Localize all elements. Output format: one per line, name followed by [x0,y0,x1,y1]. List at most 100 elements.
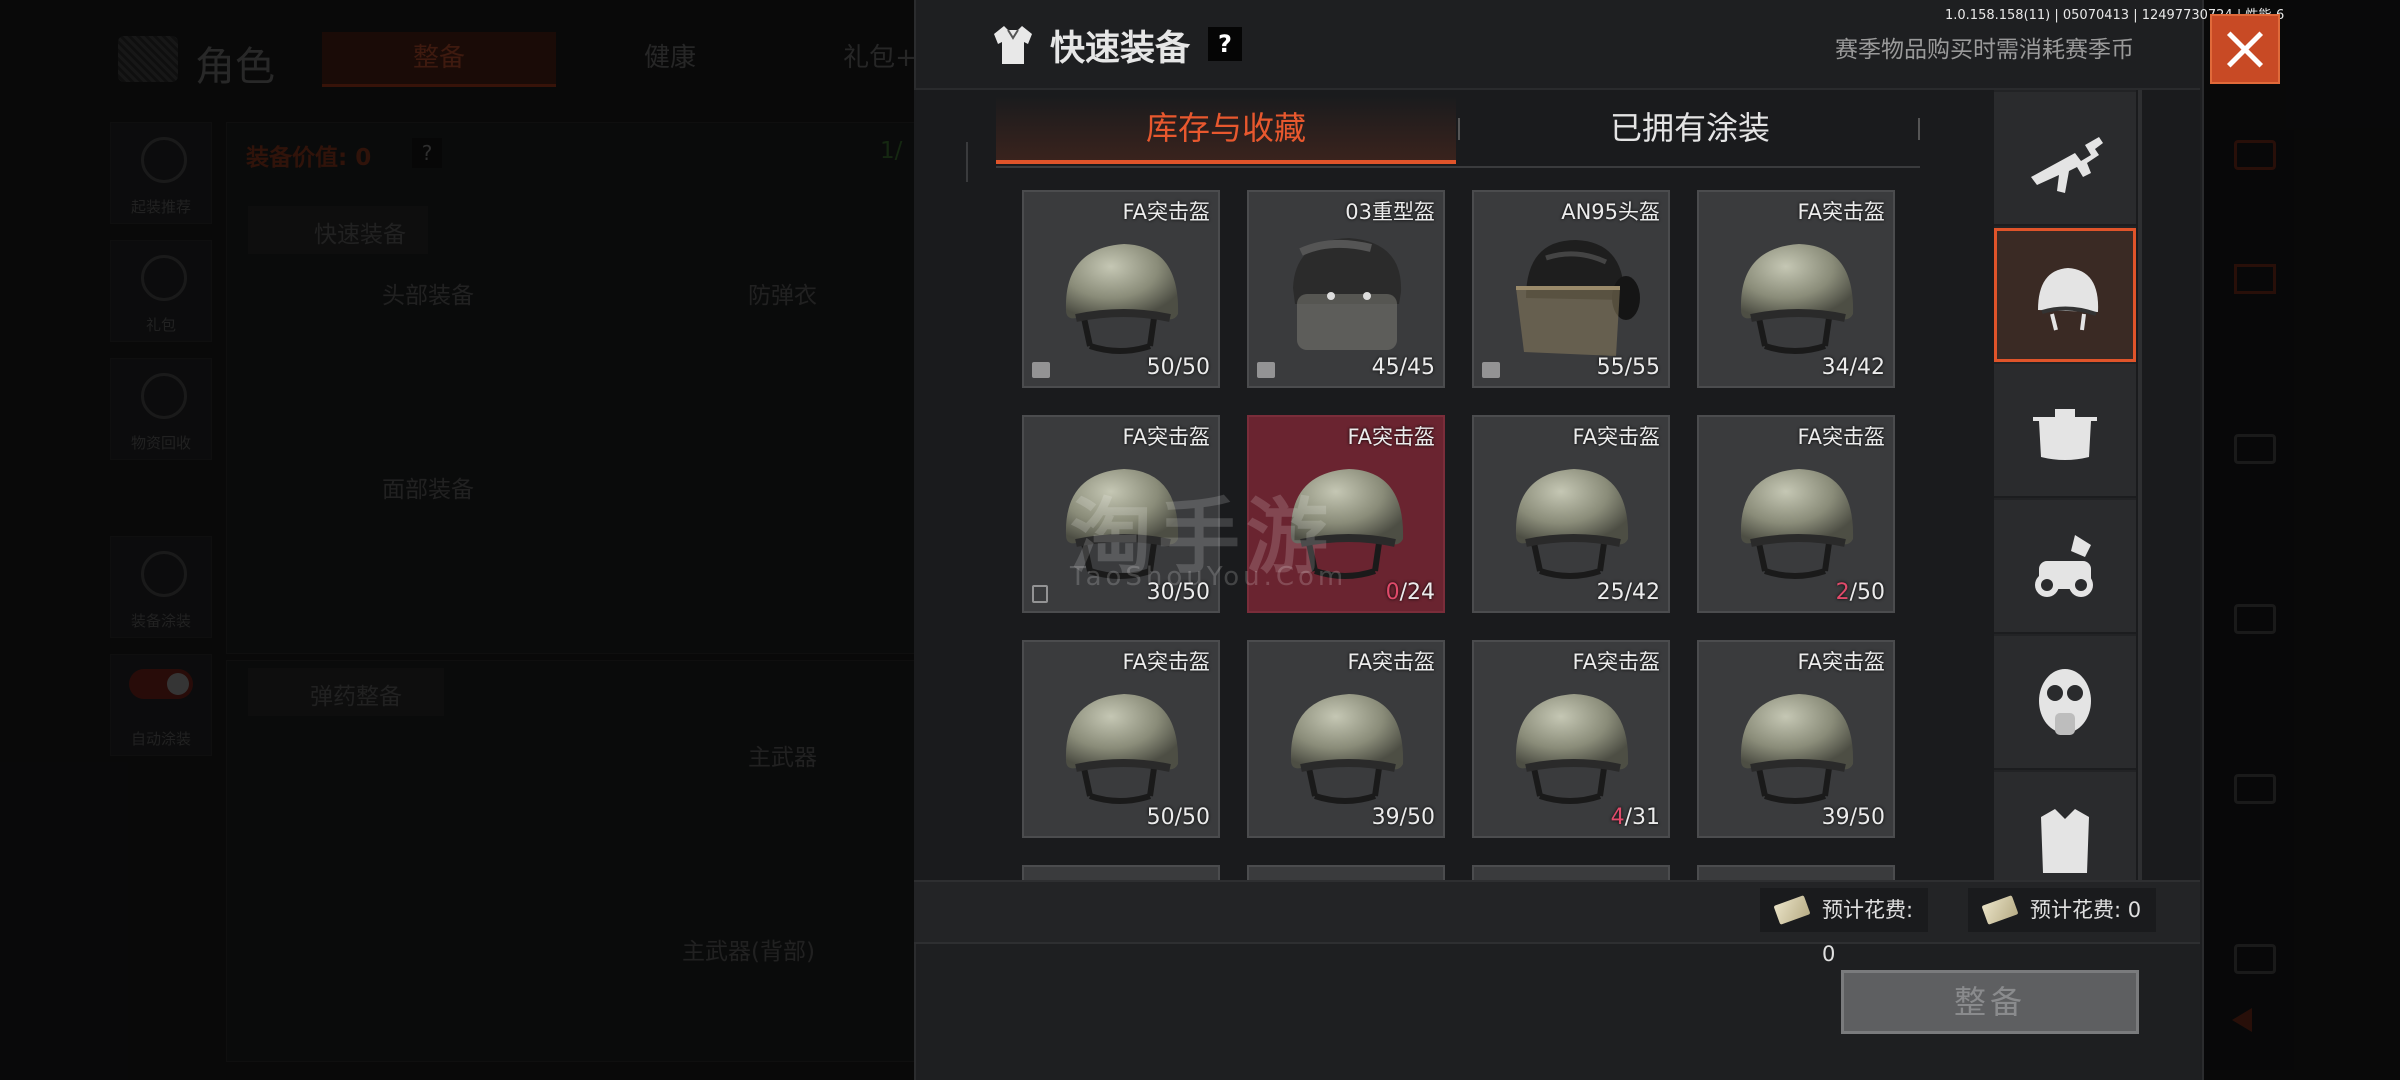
item-name: FA突击盔 [1797,650,1885,674]
item-slot[interactable]: FA突击盔 2/50 [1697,415,1895,613]
exit-icon [1032,585,1048,603]
item-durability-rest: 50/50 [1146,355,1210,380]
bg-rail-slot-4[interactable] [2222,926,2282,986]
ticket-icon [1773,895,1811,925]
bg-side-gift[interactable]: 礼包 [110,240,212,342]
item-durability-rest: 55/55 [1596,355,1660,380]
bg-primary-back-label: 主武器(背部) [682,939,815,965]
item-name: AN95头盔 [1561,200,1660,224]
item-durability: 45/45 [1372,355,1435,380]
item-durability-rest: 25/42 [1596,580,1660,605]
bg-equip-value: 装备价值: 0 [246,145,372,171]
item-durability-rest: /24 [1399,580,1435,605]
category-vest[interactable] [1994,772,2136,890]
category-helmet[interactable] [1994,228,2136,362]
category-rifle[interactable] [1994,92,2136,226]
item-durability-rest: /31 [1624,805,1660,830]
item-durability-rest: /50 [1849,580,1885,605]
item-slot[interactable]: FA突击盔 50/50 [1022,190,1220,388]
bg-body-armor-label: 防弹衣 [748,283,817,309]
item-name: FA突击盔 [1347,650,1435,674]
category-night-vision[interactable] [1994,500,2136,634]
bg-side-auto-skin[interactable]: 自动涂装 [110,654,212,756]
item-slot[interactable]: FA突击盔 34/42 [1697,190,1895,388]
bg-quick-equip-chip[interactable]: 快速装备 [248,206,428,254]
bg-side-skins[interactable]: 装备涂装 [110,536,212,638]
bg-rail-menu-icon[interactable] [2222,122,2282,182]
item-slot-partial[interactable] [1247,865,1445,880]
item-slot[interactable]: FA突击盔 39/50 [1697,640,1895,838]
item-durability: 25/42 [1597,580,1660,605]
helmet-icon [1516,240,1640,356]
bg-side-recommend[interactable]: 起装推荐 [110,122,212,224]
helmet-icon [2038,268,2099,331]
item-slot[interactable]: FA突击盔 4/31 [1472,640,1670,838]
category-pot[interactable] [1994,364,2136,498]
modal-title: 快速装备 [1050,29,1191,69]
helmet-icon [1740,694,1854,804]
helmet-icon [141,137,187,183]
item-durability-current: 4 [1610,805,1625,830]
recycle-icon [141,373,187,419]
item-durability-rest: 39/50 [1371,805,1435,830]
cost-estimate-b-label: 预计花费: 0 [2030,898,2142,922]
item-slot[interactable]: FA突击盔 39/50 [1247,640,1445,838]
skin-icon [141,551,187,597]
category-scrollbar[interactable] [2138,90,2142,880]
item-name: FA突击盔 [1572,650,1660,674]
night-vision-icon [2035,535,2093,597]
close-button[interactable] [2210,14,2280,84]
item-durability: 50/50 [1147,805,1210,830]
item-durability: 2/50 [1836,580,1885,605]
bg-primary-label: 主武器 [748,745,817,771]
box-icon [1257,362,1275,378]
equip-button[interactable]: 整备 [1841,970,2139,1034]
bg-tab-health[interactable]: 健康 [580,32,760,84]
item-slot-partial[interactable] [1022,865,1220,880]
rifle-icon [2031,137,2103,193]
item-slot[interactable]: AN95头盔 55/55 [1472,190,1670,388]
cost-estimate-b: 预计花费: 0 [1968,888,2156,932]
back-arrow-icon[interactable] [2232,1008,2252,1032]
item-name: FA突击盔 [1347,425,1435,449]
box-icon [1482,362,1500,378]
auto-skin-toggle[interactable] [129,669,193,699]
bg-rail-slot-1[interactable] [2222,416,2282,476]
help-button[interactable]: ? [1208,27,1242,61]
item-durability: 0/24 [1386,580,1435,605]
item-slot-partial[interactable] [1472,865,1670,880]
item-durability: 50/50 [1147,355,1210,380]
bg-side-recycle[interactable]: 物资回收 [110,358,212,460]
item-slot-partial[interactable] [1697,865,1895,880]
helmet-icon [1515,694,1629,804]
category-gas-mask[interactable] [1994,636,2136,770]
item-slot[interactable]: FA突击盔 50/50 [1022,640,1220,838]
cost-estimate-a: 预计花费: 0 [1760,888,1928,966]
item-durability: 4/31 [1611,805,1660,830]
pot-icon [2033,409,2097,460]
tab-bar-underline [996,166,1920,168]
item-durability-rest: 45/45 [1371,355,1435,380]
tab-owned-skins[interactable]: 已拥有涂装 [1460,96,1920,160]
item-name: FA突击盔 [1122,425,1210,449]
item-slot[interactable]: 03重型盔 45/45 [1247,190,1445,388]
bg-equip-panel [226,122,918,654]
gas-mask-icon [2039,669,2091,735]
bg-tab-equip[interactable]: 整备 [322,32,556,87]
bg-rail-slot-3[interactable] [2222,756,2282,816]
helmet-icon [1740,469,1854,579]
tab-separator [1918,118,1920,140]
home-icon[interactable] [2222,246,2282,306]
item-durability: 34/42 [1822,355,1885,380]
bg-rail-slot-2[interactable] [2222,586,2282,646]
item-durability-current: 2 [1835,580,1850,605]
bg-ammo-chip[interactable]: 弹药整备 [248,668,444,716]
tab-inventory[interactable]: 库存与收藏 [996,96,1456,164]
box-icon [1032,362,1050,378]
item-name: FA突击盔 [1797,425,1885,449]
bg-help-icon[interactable]: ? [412,138,442,168]
item-slot[interactable]: FA突击盔 25/42 [1472,415,1670,613]
bg-ammo-panel [226,660,918,1062]
bg-page-title: 角色 [195,44,275,90]
helmet-icon [1065,694,1179,804]
